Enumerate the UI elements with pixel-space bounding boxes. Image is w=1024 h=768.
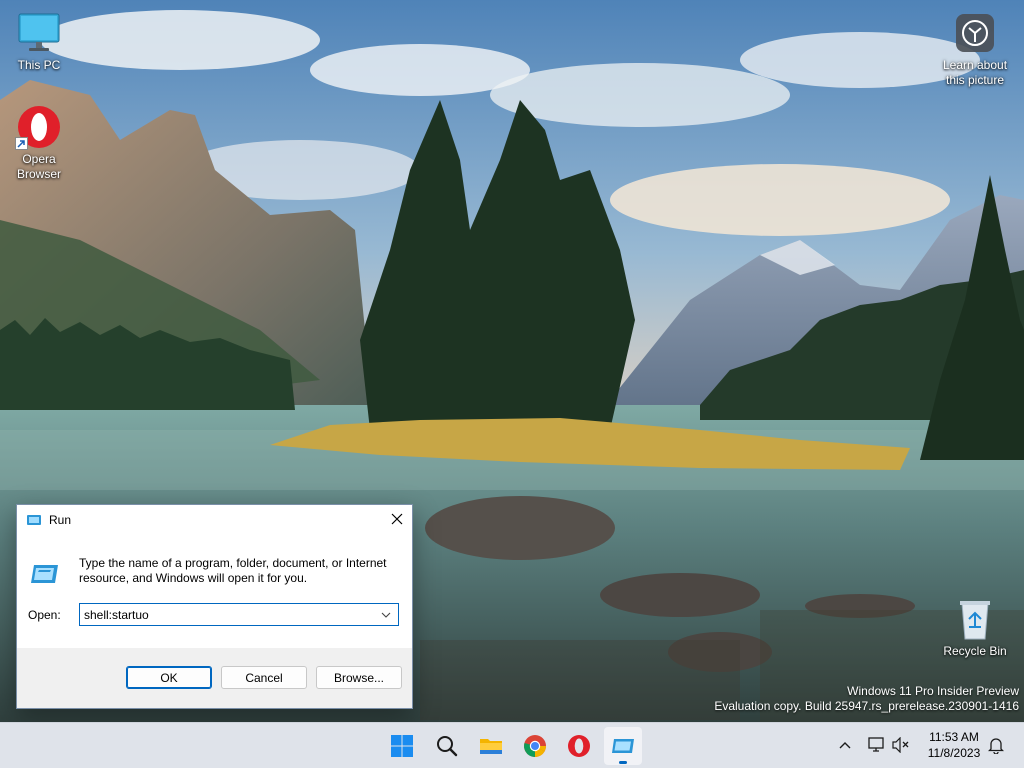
- notifications-button[interactable]: [986, 735, 1006, 755]
- network-icon: [867, 737, 885, 753]
- taskbar-file-explorer[interactable]: [472, 727, 510, 765]
- browse-button[interactable]: Browse...: [316, 666, 402, 689]
- chevron-down-icon[interactable]: [374, 604, 398, 625]
- taskbar-search-button[interactable]: [428, 727, 466, 765]
- taskbar-opera[interactable]: [560, 727, 598, 765]
- taskbar-start-button[interactable]: [383, 727, 421, 765]
- desktop-icon-opera-browser[interactable]: Opera Browser: [1, 104, 77, 182]
- recycle-bin-icon: [951, 596, 999, 642]
- show-hidden-icons-button[interactable]: [835, 735, 855, 755]
- run-title-icon: [26, 513, 42, 527]
- run-dialog-body: Type the name of a program, folder, docu…: [17, 535, 412, 648]
- ok-button[interactable]: OK: [126, 666, 212, 689]
- run-dialog-footer: OK Cancel Browse...: [17, 648, 412, 708]
- taskbar-chrome[interactable]: [516, 727, 554, 765]
- run-title-bar[interactable]: Run: [17, 505, 412, 535]
- opera-icon: [15, 104, 63, 150]
- windows-start-icon: [391, 735, 413, 757]
- desktop-icon-label: This PC: [17, 58, 61, 72]
- volume-muted-icon: [892, 737, 910, 753]
- taskbar: 11:53 AM 11/8/2023: [0, 722, 1024, 768]
- watermark-edition: Windows 11 Pro Insider Preview: [847, 684, 1019, 698]
- chrome-icon: [523, 734, 547, 758]
- clock-time: 11:53 AM: [929, 730, 979, 744]
- close-icon: [391, 513, 403, 525]
- windows-build-watermark: Windows 11 Pro Insider Preview Evaluatio…: [714, 684, 1019, 714]
- run-title: Run: [49, 513, 72, 527]
- cancel-button[interactable]: Cancel: [221, 666, 307, 689]
- taskbar-run[interactable]: [604, 727, 642, 765]
- desktop-icon-label: Opera Browser: [16, 152, 61, 181]
- folder-icon: [479, 736, 503, 756]
- chevron-up-icon: [839, 741, 851, 749]
- network-status-button[interactable]: [866, 735, 886, 755]
- close-button[interactable]: [382, 505, 412, 533]
- active-app-indicator: [619, 761, 627, 764]
- run-dialog: Run Type the name of a program, folder, …: [16, 504, 413, 709]
- desktop-icon-recycle-bin[interactable]: Recycle Bin: [937, 596, 1013, 659]
- shortcut-arrow-icon: [15, 137, 28, 150]
- search-icon: [436, 735, 458, 757]
- desktop-icon-label: Recycle Bin: [943, 644, 1007, 658]
- open-label: Open:: [28, 608, 61, 622]
- desktop-icon-label: Learn about this picture: [942, 58, 1008, 87]
- desktop-icon-learn-about-picture[interactable]: Learn about this picture: [937, 10, 1013, 88]
- camera-icon: [951, 10, 999, 56]
- desktop-icon-this-pc[interactable]: This PC: [1, 10, 77, 73]
- run-description: Type the name of a program, folder, docu…: [79, 556, 387, 585]
- notification-bell-icon: [988, 736, 1004, 754]
- volume-button[interactable]: [891, 735, 911, 755]
- watermark-build: Evaluation copy. Build 25947.rs_prerelea…: [714, 699, 1019, 713]
- open-combobox[interactable]: [79, 603, 399, 626]
- run-icon: [611, 736, 635, 756]
- taskbar-clock[interactable]: 11:53 AM 11/8/2023: [918, 729, 990, 761]
- opera-icon: [567, 734, 591, 758]
- clock-date: 11/8/2023: [927, 746, 981, 760]
- run-program-icon: [30, 561, 60, 587]
- open-input[interactable]: [80, 605, 374, 624]
- monitor-icon: [15, 10, 63, 56]
